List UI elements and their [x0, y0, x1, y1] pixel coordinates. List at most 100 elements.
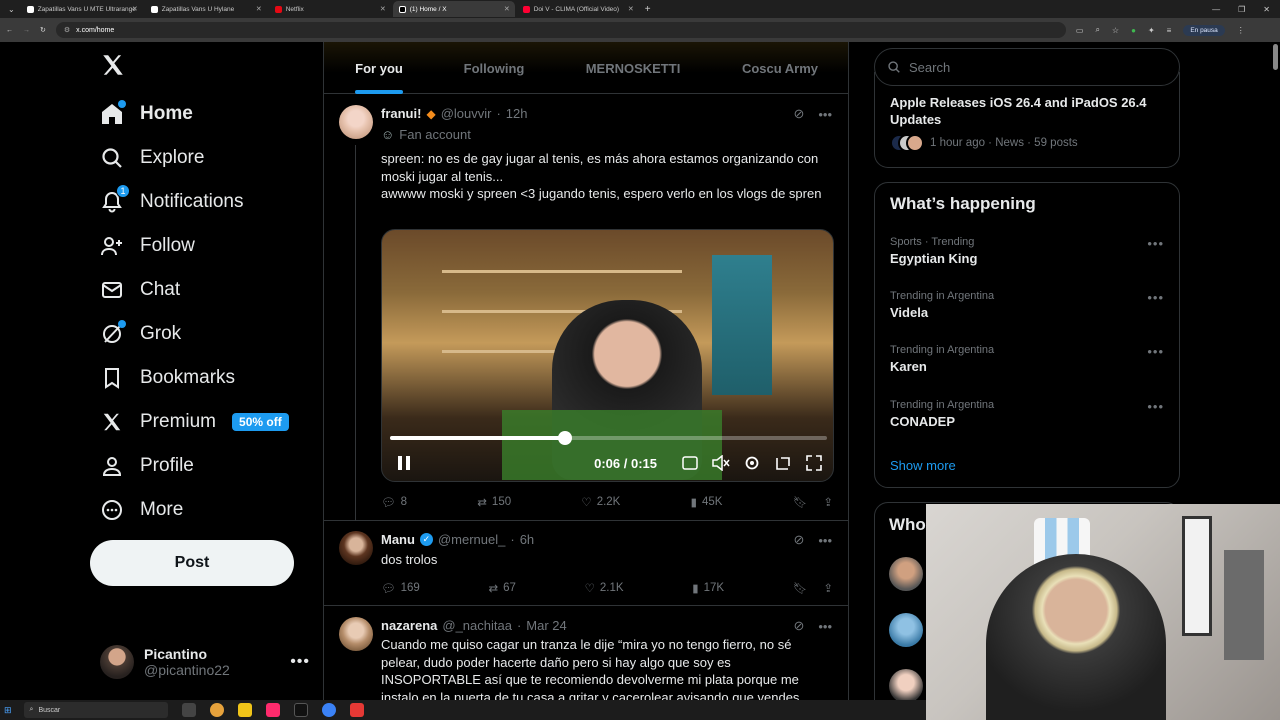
- more-icon[interactable]: •••: [1147, 290, 1164, 305]
- timestamp[interactable]: 12h: [506, 106, 528, 121]
- zoom-icon[interactable]: ⌕: [1095, 25, 1099, 35]
- browser-tab[interactable]: Doi V - CLIMA (Official Video) ✕: [517, 1, 639, 17]
- menu-icon[interactable]: ≡: [1167, 26, 1172, 35]
- close-window-icon[interactable]: ✕: [1263, 5, 1270, 14]
- search-input[interactable]: Search: [874, 48, 1180, 86]
- more-icon[interactable]: •••: [818, 619, 832, 634]
- close-icon[interactable]: ✕: [256, 5, 262, 13]
- repost-button[interactable]: ⇄ 67: [488, 581, 515, 595]
- tiktok-icon[interactable]: [293, 703, 308, 717]
- more-icon[interactable]: •••: [818, 533, 832, 548]
- views-button[interactable]: ▮ 17K: [692, 581, 724, 595]
- nav-follow[interactable]: Follow: [100, 226, 195, 266]
- video-player[interactable]: 0:06 / 0:15: [381, 229, 834, 482]
- close-icon[interactable]: ✕: [132, 5, 138, 13]
- mute-icon[interactable]: [711, 453, 731, 473]
- chrome-icon[interactable]: [321, 703, 336, 717]
- grok-icon[interactable]: ⊘: [793, 532, 804, 548]
- new-tab-button[interactable]: +: [645, 4, 651, 15]
- author-name[interactable]: franui!: [381, 106, 421, 121]
- maximize-icon[interactable]: ❐: [1238, 5, 1245, 14]
- browser-tab[interactable]: Zapatillas Vans U MTE Ultrarange ✕: [21, 1, 143, 17]
- site-info-icon[interactable]: ⚙: [64, 26, 70, 34]
- browser-tab[interactable]: (1) Home / X ✕: [392, 1, 515, 17]
- puzzle-icon[interactable]: ✦: [1148, 26, 1155, 35]
- reload-icon[interactable]: ↻: [40, 26, 46, 34]
- bookmark-icon[interactable]: 🔖︎: [793, 581, 808, 595]
- avatar[interactable]: [889, 613, 923, 647]
- nav-chat[interactable]: Chat: [100, 270, 180, 310]
- avatar[interactable]: [339, 105, 373, 139]
- fullscreen-icon[interactable]: [804, 453, 824, 473]
- captions-icon[interactable]: [680, 453, 700, 473]
- show-more-link[interactable]: Show more: [890, 458, 956, 473]
- bookmark-icon[interactable]: 🔖︎: [793, 495, 808, 509]
- trend-item[interactable]: Trending in Argentina CONADEP •••: [890, 399, 1170, 429]
- more-icon[interactable]: •••: [818, 107, 832, 122]
- share-icon[interactable]: ⇪: [823, 495, 833, 509]
- trend-item[interactable]: Sports · Trending Egyptian King •••: [890, 236, 1170, 266]
- tab-for-you[interactable]: For you: [324, 42, 434, 94]
- more-icon[interactable]: •••: [290, 653, 310, 671]
- news-card[interactable]: Apple Releases iOS 26.4 and iPadOS 26.4 …: [874, 72, 1180, 168]
- tab-search-icon[interactable]: ⌄: [8, 5, 15, 14]
- star-icon[interactable]: ☆: [1112, 26, 1119, 35]
- back-icon[interactable]: ←: [6, 27, 13, 34]
- author-handle[interactable]: @louvvir: [441, 106, 492, 121]
- tab-mernosketti[interactable]: MERNOSKETTI: [554, 42, 712, 94]
- avatar[interactable]: [339, 617, 373, 651]
- taskbar-search-input[interactable]: ⌕ Buscar: [23, 702, 168, 718]
- nav-more[interactable]: More: [100, 490, 183, 530]
- repost-button[interactable]: ⇄ 150: [477, 495, 511, 509]
- video-progress-bar[interactable]: [390, 431, 827, 445]
- nav-grok[interactable]: Grok: [100, 314, 181, 354]
- nav-premium[interactable]: Premium 50% off: [100, 402, 289, 442]
- timestamp[interactable]: Mar 24: [526, 618, 566, 633]
- news-title[interactable]: Apple Releases iOS 26.4 and iPadOS 26.4 …: [890, 94, 1170, 128]
- grok-icon[interactable]: ⊘: [793, 106, 804, 122]
- page-scrollbar[interactable]: [1273, 44, 1278, 70]
- post-button[interactable]: Post: [90, 540, 294, 586]
- author-handle[interactable]: @mernuel_: [438, 532, 505, 547]
- profile-pause-button[interactable]: En pausa: [1183, 24, 1225, 36]
- tweet[interactable]: Manu ✓ @mernuel_ · 6h ⊘ ••• dos trolos 💬…: [324, 521, 848, 606]
- like-button[interactable]: ♡ 2.2K: [581, 495, 620, 509]
- windows-start-icon[interactable]: ⊞: [4, 705, 12, 716]
- folder-icon[interactable]: [237, 703, 252, 717]
- author-name[interactable]: nazarena: [381, 618, 437, 633]
- author-name[interactable]: Manu: [381, 532, 415, 547]
- forward-icon[interactable]: →: [23, 27, 30, 34]
- cast-icon[interactable]: ▭: [1076, 26, 1084, 35]
- app-icon[interactable]: [265, 703, 280, 717]
- browser-tab[interactable]: Zapatillas Vans U Hylane ✕: [145, 1, 267, 17]
- views-button[interactable]: ▮ 45K: [691, 495, 723, 509]
- extension-icon[interactable]: ●: [1131, 26, 1136, 35]
- tab-following[interactable]: Following: [434, 42, 554, 94]
- close-icon[interactable]: ✕: [380, 5, 386, 13]
- like-button[interactable]: ♡ 2.1K: [585, 581, 624, 595]
- app-icon[interactable]: [181, 703, 196, 717]
- nav-explore[interactable]: Explore: [100, 138, 204, 178]
- timestamp[interactable]: 6h: [520, 532, 534, 547]
- settings-icon[interactable]: [742, 453, 762, 473]
- trend-item[interactable]: Trending in Argentina Karen •••: [890, 344, 1170, 374]
- close-icon[interactable]: ✕: [504, 5, 510, 13]
- nav-bookmarks[interactable]: Bookmarks: [100, 358, 235, 398]
- close-icon[interactable]: ✕: [628, 5, 634, 13]
- tweet[interactable]: nazarena @_nachitaa · Mar 24 ⊘ ••• Cuand…: [324, 607, 848, 700]
- url-input[interactable]: ⚙ x.com/home: [55, 22, 1066, 38]
- reply-button[interactable]: 💬︎ 8: [381, 495, 407, 509]
- more-icon[interactable]: •••: [1147, 344, 1164, 359]
- more-icon[interactable]: •••: [1147, 236, 1164, 251]
- author-handle[interactable]: @_nachitaa: [442, 618, 512, 633]
- pip-icon[interactable]: [773, 453, 793, 473]
- avatar[interactable]: [889, 557, 923, 591]
- kebab-menu-icon[interactable]: ⋮: [1237, 26, 1245, 35]
- reply-button[interactable]: 💬︎ 169: [381, 581, 420, 595]
- browser-tab[interactable]: Netflix ✕: [269, 1, 391, 17]
- share-icon[interactable]: ⇪: [823, 581, 833, 595]
- nav-notifications[interactable]: 1 Notifications: [100, 182, 244, 222]
- grok-icon[interactable]: ⊘: [793, 618, 804, 634]
- more-icon[interactable]: •••: [1147, 399, 1164, 414]
- app-icon[interactable]: [349, 703, 364, 717]
